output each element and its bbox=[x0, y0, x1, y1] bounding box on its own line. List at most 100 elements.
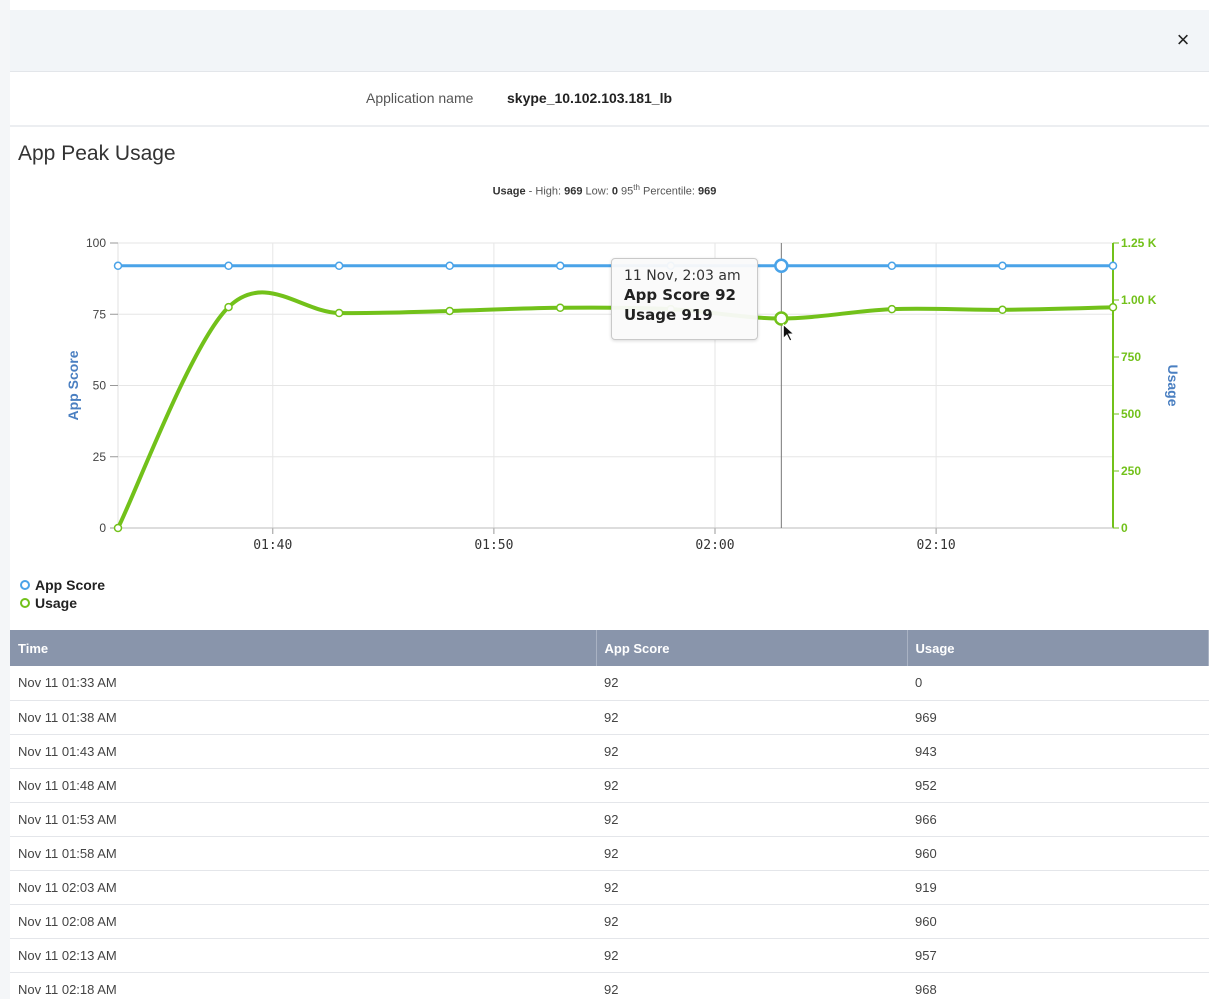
left-axis-title: App Score bbox=[65, 350, 81, 420]
cell-usage: 960 bbox=[907, 904, 1209, 939]
dialog-header: × bbox=[10, 10, 1209, 72]
left-axis-tick-label: 25 bbox=[93, 450, 107, 464]
data-point-usage bbox=[887, 304, 897, 314]
table-row: Nov 11 02:18 AM 92 968 bbox=[10, 972, 1209, 999]
summary-pct-sup: th bbox=[633, 183, 640, 192]
tooltip-date: 11 Nov, 2:03 am bbox=[624, 268, 741, 284]
summary-high: 969 bbox=[564, 185, 583, 198]
x-axis-tick-label: 02:00 bbox=[695, 538, 734, 553]
right-axis-tick-label: 250 bbox=[1121, 464, 1141, 478]
close-button[interactable]: × bbox=[1171, 28, 1195, 52]
cell-time: Nov 11 01:48 AM bbox=[10, 768, 596, 803]
usage-summary: Usage - High: 969 Low: 0 95th Percentile… bbox=[0, 183, 1209, 198]
cell-time: Nov 11 01:38 AM bbox=[10, 700, 596, 735]
cell-app-score: 92 bbox=[596, 768, 907, 803]
data-point-usage bbox=[1108, 303, 1118, 312]
left-axis-tick-label: 75 bbox=[93, 307, 107, 321]
data-point-app-score bbox=[334, 261, 344, 271]
table-row: Nov 11 01:58 AM 92 960 bbox=[10, 836, 1209, 871]
legend-item-app-score[interactable]: App Score bbox=[20, 576, 105, 594]
data-point-usage bbox=[445, 306, 454, 316]
legend-label: App Score bbox=[35, 577, 106, 593]
cell-usage: 952 bbox=[907, 768, 1209, 803]
tooltip-usage: Usage 919 bbox=[624, 306, 713, 324]
summary-low-label: Low: bbox=[582, 185, 612, 198]
cell-app-score: 92 bbox=[596, 938, 907, 973]
table-row: Nov 11 02:08 AM 92 960 bbox=[10, 904, 1209, 939]
left-axis-tick-label: 0 bbox=[99, 521, 106, 535]
summary-prefix: Usage bbox=[492, 185, 526, 198]
app-name-value: skype_10.102.103.181_lb bbox=[507, 90, 673, 106]
app-name-label: Application name bbox=[366, 90, 474, 106]
summary-pct-prefix: 95 bbox=[617, 185, 634, 198]
mouse-cursor-icon bbox=[782, 323, 796, 342]
table-header-row: Time App Score Usage bbox=[10, 630, 1209, 666]
left-axis-tick-label: 50 bbox=[93, 379, 107, 393]
cell-app-score: 92 bbox=[596, 904, 907, 939]
cell-usage: 966 bbox=[907, 802, 1209, 837]
table-row: Nov 11 01:48 AM 92 952 bbox=[10, 768, 1209, 803]
section-title: App Peak Usage bbox=[18, 142, 176, 165]
right-axis-title: Usage bbox=[1165, 364, 1181, 406]
peak-usage-chart: 0 25 50 75 100 0 250 500 750 1.00 K 1.25 K 01:40 01:… bbox=[65, 236, 1181, 553]
cell-usage: 919 bbox=[907, 870, 1209, 905]
cell-app-score: 92 bbox=[596, 734, 907, 769]
data-point-app-score bbox=[555, 261, 565, 271]
usage-table: Time App Score Usage Nov 11 01:33 AM 92 0 N… bbox=[10, 630, 1209, 999]
x-axis-tick-label: 01:40 bbox=[253, 538, 292, 553]
right-axis-tick-label: 750 bbox=[1121, 350, 1141, 364]
data-point-app-score bbox=[445, 261, 454, 271]
cell-app-score: 92 bbox=[596, 972, 907, 999]
legend-label: Usage bbox=[35, 595, 78, 611]
data-point-usage bbox=[224, 302, 233, 312]
cell-app-score: 92 bbox=[596, 700, 907, 735]
data-point-usage bbox=[113, 523, 123, 533]
cell-usage: 968 bbox=[907, 972, 1209, 999]
chart-tooltip: 11 Nov, 2:03 am App Score 92 Usage 919 bbox=[611, 258, 758, 340]
data-point-app-score bbox=[887, 261, 897, 271]
data-point-app-score bbox=[998, 261, 1007, 271]
legend-item-usage[interactable]: Usage bbox=[20, 594, 105, 612]
column-header-app-score[interactable]: App Score bbox=[596, 630, 908, 666]
cell-time: Nov 11 01:33 AM bbox=[10, 666, 596, 701]
cell-app-score: 92 bbox=[596, 666, 907, 701]
right-axis-tick-label: 0 bbox=[1121, 521, 1128, 535]
table-row: Nov 11 01:53 AM 92 966 bbox=[10, 802, 1209, 837]
table-row: Nov 11 02:03 AM 92 919 bbox=[10, 870, 1209, 905]
table-row: Nov 11 02:13 AM 92 957 bbox=[10, 938, 1209, 973]
data-point-app-score bbox=[113, 261, 123, 271]
cell-app-score: 92 bbox=[596, 870, 907, 905]
data-point-app-score bbox=[224, 261, 233, 271]
cell-usage: 957 bbox=[907, 938, 1209, 973]
close-icon[interactable]: × bbox=[1177, 27, 1190, 52]
table-row: Nov 11 01:43 AM 92 943 bbox=[10, 734, 1209, 769]
tooltip-app-score: App Score 92 bbox=[624, 286, 736, 304]
table-row: Nov 11 01:38 AM 92 969 bbox=[10, 700, 1209, 735]
left-axis-tick-label: 100 bbox=[86, 236, 106, 250]
cell-usage: 0 bbox=[907, 666, 1209, 701]
cell-usage: 960 bbox=[907, 836, 1209, 871]
legend-marker-app-score bbox=[20, 580, 30, 590]
x-axis-tick-label: 01:50 bbox=[474, 538, 513, 553]
cell-app-score: 92 bbox=[596, 802, 907, 837]
column-header-usage[interactable]: Usage bbox=[907, 630, 1209, 666]
data-point-app-score bbox=[774, 258, 789, 274]
cell-time: Nov 11 02:03 AM bbox=[10, 870, 596, 905]
cell-usage: 969 bbox=[907, 700, 1209, 735]
legend-marker-usage bbox=[20, 598, 30, 608]
cell-time: Nov 11 02:13 AM bbox=[10, 938, 596, 973]
cell-time: Nov 11 02:08 AM bbox=[10, 904, 596, 939]
cell-app-score: 92 bbox=[596, 836, 907, 871]
app-name-row: Application name skype_10.102.103.181_lb bbox=[10, 72, 1209, 127]
right-axis-tick-label: 1.25 K bbox=[1121, 236, 1157, 250]
data-point-usage bbox=[334, 308, 344, 318]
cell-time: Nov 11 01:58 AM bbox=[10, 836, 596, 871]
summary-pct: 969 bbox=[698, 185, 717, 198]
cell-usage: 943 bbox=[907, 734, 1209, 769]
cell-time: Nov 11 01:43 AM bbox=[10, 734, 596, 769]
column-header-time[interactable]: Time bbox=[10, 630, 597, 666]
summary-pct-label: Percentile: bbox=[639, 185, 699, 198]
data-point-app-score bbox=[1108, 261, 1118, 271]
summary-high-label: - High: bbox=[525, 185, 565, 198]
data-point-usage bbox=[774, 311, 789, 326]
